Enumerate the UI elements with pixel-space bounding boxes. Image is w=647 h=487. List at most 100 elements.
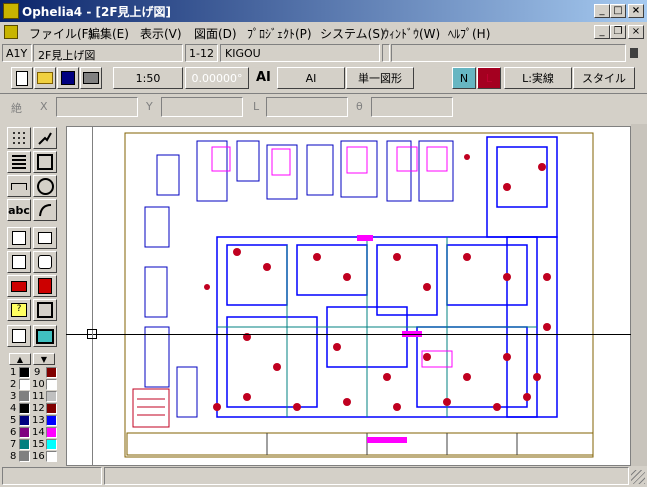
palette-num-9: 9 — [34, 367, 41, 378]
color-swatch-10[interactable] — [46, 379, 57, 390]
theta-label: θ — [356, 100, 363, 113]
color-swatch-14[interactable] — [46, 427, 57, 438]
vertical-scrollbar[interactable] — [631, 124, 647, 466]
palette-scroll-right-icon[interactable]: ▼ — [33, 353, 55, 365]
scale-button[interactable]: 1:50 — [113, 67, 183, 89]
color-swatch-9[interactable] — [46, 367, 57, 378]
palette-num-14: 14 — [32, 427, 45, 438]
layer-field: 1-12 — [185, 44, 218, 62]
arc-tool[interactable] — [33, 199, 57, 221]
line-tool[interactable] — [33, 127, 57, 149]
menu-file[interactable]: ファイル(F) — [29, 25, 93, 42]
app-icon[interactable] — [3, 3, 19, 19]
angle-button[interactable]: 0.00000° — [185, 67, 249, 89]
circle-tool[interactable] — [33, 175, 57, 197]
close-button[interactable]: × — [628, 4, 644, 18]
help-tool[interactable]: ? — [7, 299, 31, 321]
print-button[interactable] — [80, 67, 102, 89]
palette-num-2: 2 — [10, 379, 17, 390]
menu-edit[interactable]: 編集(E) — [88, 25, 129, 42]
drawing-canvas[interactable] — [66, 126, 631, 466]
drawing-name-field: 2F見上げ図 — [33, 44, 183, 62]
y-label: Y — [146, 100, 153, 113]
style-button[interactable]: スタイル — [573, 67, 635, 89]
maximize-button[interactable]: □ — [610, 4, 626, 18]
menu-help[interactable]: ﾍﾙﾌﾟ(H) — [448, 25, 490, 42]
menu-view[interactable]: 表示(V) — [140, 25, 182, 42]
menu-window[interactable]: ｳｨﾝﾄﾞｳ(W) — [383, 25, 440, 42]
hand-tool[interactable] — [33, 251, 57, 273]
rectangle-tool[interactable] — [33, 151, 57, 173]
x-input[interactable] — [56, 97, 138, 117]
status-field-empty — [382, 44, 390, 62]
color-swatch-5[interactable] — [19, 415, 30, 426]
color-swatch-16[interactable] — [46, 451, 57, 462]
palette-num-7: 7 — [10, 439, 17, 450]
ai-icon: AI — [256, 70, 271, 85]
layer-name-field: KIGOU — [220, 44, 380, 62]
menu-project[interactable]: ﾌﾟﾛｼﾞｪｸﾄ(P) — [247, 25, 312, 42]
message-field — [391, 44, 626, 62]
y-input[interactable] — [161, 97, 243, 117]
palette-scroll-left-icon[interactable]: ▲ — [9, 353, 31, 365]
color-swatch-11[interactable] — [46, 391, 57, 402]
menu-drawing[interactable]: 図面(D) — [194, 25, 237, 42]
color-swatch-2[interactable] — [19, 379, 30, 390]
palette-num-16: 16 — [32, 451, 45, 462]
theta-input[interactable] — [371, 97, 453, 117]
move-tool[interactable] — [33, 227, 57, 249]
palette-num-12: 12 — [32, 403, 45, 414]
l-label: L — [253, 100, 260, 113]
title-bar[interactable]: Ophelia4 - [2F見上げ図] _ □ × — [0, 0, 647, 22]
color-swatch-4[interactable] — [19, 403, 30, 414]
layer-tool[interactable] — [7, 325, 31, 347]
cursor-marker — [87, 329, 97, 339]
measure-tool[interactable] — [33, 275, 57, 297]
open-folder-button[interactable] — [34, 67, 56, 89]
palette-num-1: 1 — [10, 367, 17, 378]
color-swatch-3[interactable] — [19, 391, 30, 402]
line-type-button[interactable]: L:実線 — [504, 67, 572, 89]
color-swatch-6[interactable] — [19, 427, 30, 438]
save-button[interactable] — [57, 67, 79, 89]
color-swatch-1[interactable] — [19, 367, 30, 378]
zoom-window-tool[interactable] — [33, 299, 57, 321]
text-tool[interactable]: abc — [7, 199, 31, 221]
select-tool[interactable] — [7, 227, 31, 249]
n-button[interactable]: N — [452, 67, 476, 89]
abs-label: 絶 — [11, 102, 22, 115]
doc-icon[interactable] — [4, 25, 18, 39]
palette-num-3: 3 — [10, 391, 17, 402]
floor-plan-drawing — [124, 132, 594, 458]
color-swatch-7[interactable] — [19, 439, 30, 450]
x-label: X — [40, 100, 48, 113]
doc-close-button[interactable]: × — [628, 25, 644, 39]
single-shape-button[interactable]: 単一図形 — [346, 67, 414, 89]
new-file-button[interactable] — [11, 67, 33, 89]
color-swatch-12[interactable] — [46, 403, 57, 414]
dimension-tool[interactable] — [7, 175, 31, 197]
color-swatch-8[interactable] — [19, 451, 30, 462]
color-swatch-15[interactable] — [46, 439, 57, 450]
doc-restore-button[interactable]: ❐ — [610, 25, 626, 39]
eraser-tool[interactable] — [7, 275, 31, 297]
sheet-field: A1Y — [2, 44, 32, 62]
palette-num-4: 4 — [10, 403, 17, 414]
lock-icon — [630, 48, 638, 58]
palette-num-11: 11 — [32, 391, 45, 402]
ai-button[interactable]: AI — [277, 67, 345, 89]
monitor-tool[interactable] — [33, 325, 57, 347]
color-swatch-13[interactable] — [46, 415, 57, 426]
tool-palette: abc ? ▲ ▼ 1 2 3 4 5 6 7 8 9 10 11 12 13 … — [0, 124, 64, 464]
copy-tool[interactable] — [7, 251, 31, 273]
status-bar-left — [2, 467, 102, 485]
l-button[interactable]: L — [477, 67, 501, 89]
l-input[interactable] — [266, 97, 348, 117]
menu-system[interactable]: システム(S) — [320, 25, 385, 42]
doc-minimize-button[interactable]: _ — [594, 25, 610, 39]
resize-grip-icon[interactable] — [631, 470, 645, 484]
grid-dots-tool[interactable] — [7, 127, 31, 149]
palette-num-10: 10 — [32, 379, 45, 390]
hatch-tool[interactable] — [7, 151, 31, 173]
minimize-button[interactable]: _ — [594, 4, 610, 18]
